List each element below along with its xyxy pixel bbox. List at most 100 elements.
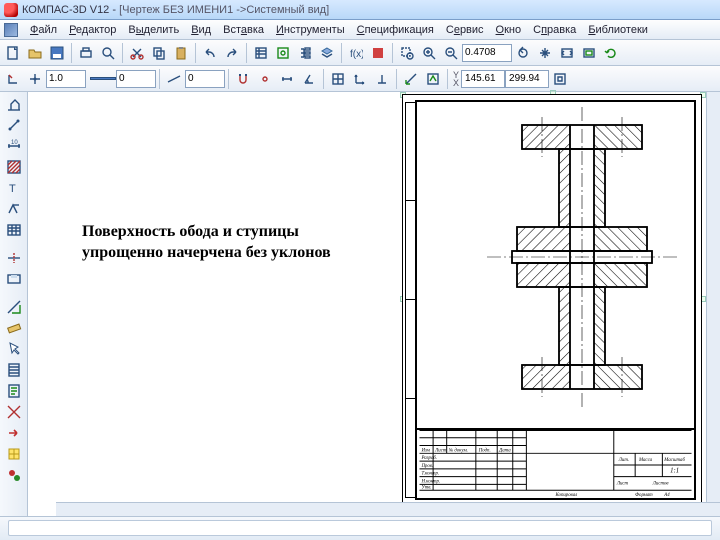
- undo-button[interactable]: [200, 43, 220, 63]
- svg-text:Т.контр.: Т.контр.: [421, 472, 439, 477]
- arrow-red-icon[interactable]: [3, 423, 25, 443]
- toolbox-left: 10 T: [0, 92, 28, 516]
- table-icon[interactable]: [3, 220, 25, 240]
- preview-button[interactable]: [98, 43, 118, 63]
- menu-tools[interactable]: Инструменты: [270, 22, 351, 38]
- refresh-button[interactable]: [601, 43, 621, 63]
- spec-button[interactable]: [251, 43, 271, 63]
- zoomfit-button[interactable]: [557, 43, 577, 63]
- menu-file[interactable]: Файл: [24, 22, 63, 38]
- snap-dim-icon[interactable]: [277, 69, 297, 89]
- vars-button[interactable]: f(x): [346, 43, 366, 63]
- lib-icon[interactable]: [3, 444, 25, 464]
- perp-button[interactable]: [372, 69, 392, 89]
- svg-text:1:1: 1:1: [670, 468, 679, 475]
- menu-spec[interactable]: Спецификация: [351, 22, 440, 38]
- app-icon: [4, 3, 18, 17]
- open-button[interactable]: [25, 43, 45, 63]
- edit-trim-icon[interactable]: [3, 248, 25, 268]
- svg-text:Лит.: Лит.: [618, 458, 629, 463]
- report-icon[interactable]: [3, 381, 25, 401]
- local-cs-button[interactable]: [401, 69, 421, 89]
- geom-line-icon[interactable]: [3, 94, 25, 114]
- lineweight-field[interactable]: 1.0: [46, 70, 86, 88]
- ortho-button[interactable]: [3, 69, 23, 89]
- select-icon[interactable]: [3, 339, 25, 359]
- menu-edit[interactable]: Редактор: [63, 22, 122, 38]
- coord-y-field: 299.94: [505, 70, 549, 88]
- svg-text:А4: А4: [663, 493, 670, 498]
- paste-button[interactable]: [171, 43, 191, 63]
- style-field[interactable]: 0: [185, 70, 225, 88]
- svg-text:Лист: Лист: [616, 481, 629, 486]
- zoomwin-button[interactable]: [397, 43, 417, 63]
- print-button[interactable]: [76, 43, 96, 63]
- svg-text:Формат: Формат: [635, 493, 653, 498]
- menu-insert[interactable]: Вставка: [217, 22, 270, 38]
- svg-text:Листов: Листов: [652, 481, 670, 486]
- save-menu-icon[interactable]: [4, 23, 18, 37]
- layer-field[interactable]: 0: [116, 70, 156, 88]
- menu-libs[interactable]: Библиотеки: [582, 22, 654, 38]
- cut-button[interactable]: [127, 43, 147, 63]
- redo-button[interactable]: [222, 43, 242, 63]
- workarea: 10 T Поверхность обода и ступицы упрощен…: [0, 92, 720, 516]
- roughness-icon[interactable]: [3, 199, 25, 219]
- props-button[interactable]: [273, 43, 293, 63]
- save-button[interactable]: [47, 43, 67, 63]
- svg-text:Подп.: Подп.: [478, 448, 491, 453]
- svg-text:Дата: Дата: [498, 448, 511, 453]
- stop-button[interactable]: [368, 43, 388, 63]
- coord-mode-button[interactable]: [550, 69, 570, 89]
- title-block: Изм Лист № докум. Подп. Дата Разраб. Про…: [417, 428, 694, 498]
- drawing-sheet: Изм Лист № докум. Подп. Дата Разраб. Про…: [402, 94, 702, 506]
- zoomall-button[interactable]: [579, 43, 599, 63]
- plugin-icon[interactable]: [3, 465, 25, 485]
- zoom-field[interactable]: 0.4708: [462, 44, 512, 62]
- menu-service[interactable]: Сервис: [440, 22, 490, 38]
- scrollbar-vertical[interactable]: [706, 92, 720, 502]
- grid-button[interactable]: [328, 69, 348, 89]
- coord-toggle-button[interactable]: [423, 69, 443, 89]
- snap-point-icon[interactable]: [255, 69, 275, 89]
- zoomprev-button[interactable]: [513, 43, 533, 63]
- drawing-frame: Изм Лист № докум. Подп. Дата Разраб. Про…: [415, 100, 696, 500]
- measure-icon[interactable]: [3, 318, 25, 338]
- menu-window[interactable]: Окно: [490, 22, 528, 38]
- aux-button[interactable]: [25, 69, 45, 89]
- param-icon[interactable]: [3, 297, 25, 317]
- new-button[interactable]: [3, 43, 23, 63]
- svg-text:Масса: Масса: [638, 458, 653, 463]
- ucs-button[interactable]: [350, 69, 370, 89]
- geom-point-icon[interactable]: [3, 115, 25, 135]
- insert-view-icon[interactable]: [3, 402, 25, 422]
- menu-select[interactable]: Выделить: [122, 22, 185, 38]
- svg-text:Копировал: Копировал: [555, 493, 578, 498]
- layers-button[interactable]: [317, 43, 337, 63]
- dim-linear-icon[interactable]: 10: [3, 136, 25, 156]
- zoomout-button[interactable]: [441, 43, 461, 63]
- svg-text:Н.контр.: Н.контр.: [420, 479, 440, 484]
- canvas[interactable]: Поверхность обода и ступицы упрощенно на…: [28, 92, 720, 516]
- zoomin-button[interactable]: [419, 43, 439, 63]
- svg-text:№ докум.: № докум.: [448, 447, 468, 453]
- menu-help[interactable]: Справка: [527, 22, 582, 38]
- copy-button[interactable]: [149, 43, 169, 63]
- color-swatch[interactable]: [90, 77, 116, 80]
- text-icon[interactable]: T: [3, 178, 25, 198]
- snap-angle-icon[interactable]: [299, 69, 319, 89]
- hatch-icon[interactable]: [3, 157, 25, 177]
- snap-magnet-icon[interactable]: [233, 69, 253, 89]
- statusbar: [0, 516, 720, 540]
- pan-button[interactable]: [535, 43, 555, 63]
- svg-text:10: 10: [11, 140, 18, 146]
- annotation-text: Поверхность обода и ступицы упрощенно на…: [82, 222, 402, 264]
- edit-fillet-icon[interactable]: [3, 269, 25, 289]
- doc-name: [Чертеж БЕЗ ИМЕНИ1 ->Системный вид]: [119, 4, 329, 16]
- spec-icon[interactable]: [3, 360, 25, 380]
- tree-button[interactable]: [295, 43, 315, 63]
- svg-text:Пров.: Пров.: [420, 464, 433, 469]
- scrollbar-horizontal[interactable]: [56, 502, 720, 516]
- menu-view[interactable]: Вид: [185, 22, 217, 38]
- line-style-button[interactable]: [164, 69, 184, 89]
